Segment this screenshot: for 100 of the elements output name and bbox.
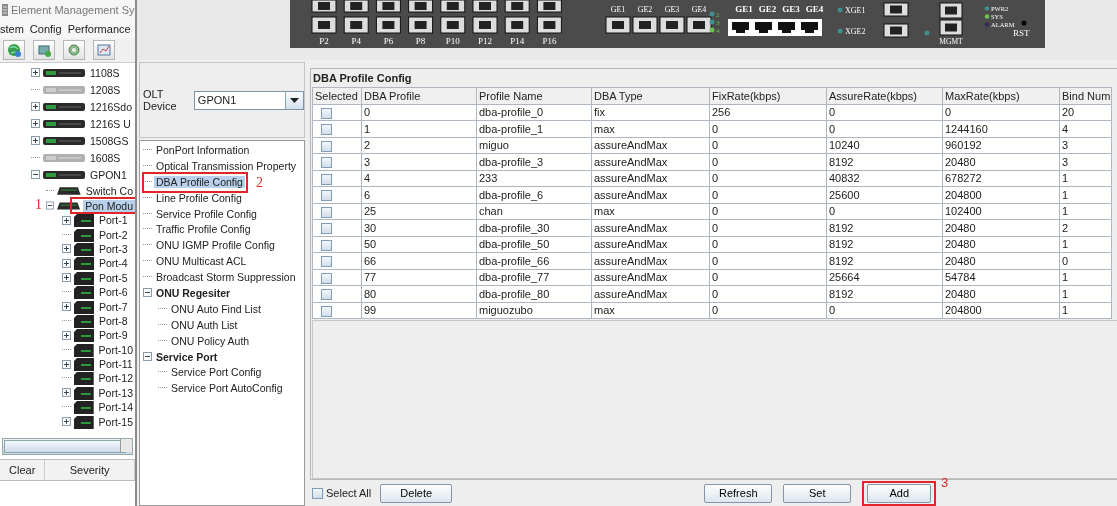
tree-item[interactable]: Port-8 (97, 314, 130, 327)
tree-item[interactable]: Port-2 (97, 228, 130, 241)
toolbar-button[interactable] (93, 40, 115, 60)
tree-item[interactable]: 1608S (88, 151, 123, 164)
tree-item[interactable]: ONU IGMP Profile Config (154, 239, 277, 252)
window-title: Element Management Sy (11, 4, 135, 16)
caret-icon (290, 97, 299, 103)
column-header[interactable]: DBA Type (591, 87, 710, 104)
tree-item[interactable]: Port-1 (97, 214, 130, 227)
tree-item[interactable]: Port-4 (97, 257, 130, 270)
sfp-port-icon (408, 0, 434, 13)
tree-item[interactable]: Port-12 (96, 372, 135, 385)
column-header[interactable]: FixRate(kbps) (709, 87, 827, 104)
select-all-checkbox[interactable] (312, 487, 323, 499)
column-header[interactable]: Severity (45, 460, 135, 480)
xge-port-icon (883, 2, 909, 17)
tree-item[interactable]: 1208S (88, 83, 123, 96)
olt-device-dropdown[interactable]: GPON1 (193, 90, 304, 110)
expand-icon (62, 330, 71, 340)
tree-item[interactable]: Port-11 (97, 358, 135, 371)
tree-item[interactable]: Port-10 (96, 343, 135, 356)
horizontal-scrollbar[interactable] (2, 438, 133, 455)
tree-item[interactable]: 1108S (88, 66, 122, 79)
tree-item[interactable]: 1216Sdo (88, 100, 135, 113)
tree-item[interactable]: Pon Modu (83, 199, 135, 212)
column-header[interactable]: Profile Name (476, 87, 592, 104)
toolbar-button[interactable] (33, 40, 55, 60)
port-label: P8 (415, 36, 426, 46)
tree-item[interactable]: Service Profile Config (154, 207, 259, 220)
port-icon (73, 385, 94, 400)
tree-item[interactable]: Port-5 (97, 271, 130, 284)
tree-item[interactable]: Port-9 (97, 329, 130, 342)
menu-item[interactable]: stem (0, 23, 24, 35)
tree-item[interactable]: ONU Policy Auth (169, 334, 252, 347)
row-checkbox[interactable] (321, 190, 332, 202)
action-button[interactable]: Set (783, 483, 852, 503)
row-checkbox[interactable] (321, 305, 332, 317)
row-checkbox[interactable] (321, 173, 332, 185)
led (837, 7, 843, 13)
collapse-icon (31, 170, 40, 179)
row-checkbox[interactable] (321, 223, 332, 235)
mgmt-port-icon (939, 19, 963, 36)
row-checkbox[interactable] (321, 256, 332, 268)
row-checkbox[interactable] (321, 157, 332, 169)
tree-item[interactable]: Optical Transmission Property (154, 159, 299, 172)
sfp-port-icon (375, 16, 401, 34)
tree-item[interactable]: ONU Multicast ACL (154, 255, 249, 268)
sfp-port-icon (472, 0, 498, 13)
row-checkbox[interactable] (321, 107, 332, 119)
tree-item[interactable]: Service Port Config (169, 366, 264, 379)
tree-item[interactable]: 1216S U (88, 117, 133, 130)
row-checkbox[interactable] (321, 124, 332, 136)
port-label: GE3 (664, 5, 680, 14)
tree-item[interactable]: DBA Profile Config (154, 175, 245, 188)
app-icon (2, 4, 8, 16)
tree-item[interactable]: Broadcast Storm Suppression (154, 271, 298, 284)
tree-item[interactable]: Port-6 (97, 286, 130, 299)
toolbar-button[interactable] (3, 40, 25, 60)
column-header[interactable]: Bind Num (1059, 87, 1112, 104)
tree-item[interactable]: Traffic Profile Config (154, 223, 253, 236)
tree-item[interactable]: Port-15 (96, 415, 135, 428)
tree-item[interactable]: 1508GS (88, 134, 131, 147)
action-button[interactable]: Add (867, 483, 932, 503)
tree-item[interactable]: ONU Auth List (169, 318, 240, 331)
expand-icon (31, 102, 40, 111)
expand-icon (62, 417, 71, 427)
tree-item[interactable]: Port-7 (97, 300, 130, 313)
port-icon (74, 299, 94, 314)
sfp-port-icon (472, 16, 498, 34)
row-checkbox[interactable] (321, 140, 332, 152)
port-label: GE4 (691, 5, 707, 14)
tree-item[interactable]: GPON1 (88, 168, 129, 181)
tree-item[interactable]: Service Port AutoConfig (169, 382, 285, 395)
tree-item[interactable]: Port-14 (96, 401, 135, 414)
row-checkbox[interactable] (321, 289, 332, 301)
action-button[interactable]: Refresh (704, 483, 773, 503)
tree-item[interactable]: ONU Auto Find List (169, 302, 263, 315)
port-icon (73, 414, 94, 429)
menu-item[interactable]: Config (29, 23, 62, 35)
tree-item[interactable]: Port-13 (96, 386, 135, 399)
column-header[interactable]: DBA Profile (361, 87, 477, 104)
tree-item[interactable]: ONU Regesiter (154, 286, 233, 299)
row-checkbox[interactable] (321, 239, 332, 251)
sfp-port-icon (343, 16, 369, 34)
tree-item[interactable]: Switch Co (83, 184, 135, 197)
sfp-port-icon (440, 0, 466, 13)
tree-item[interactable]: Port-3 (97, 242, 130, 255)
toolbar-button[interactable] (63, 40, 85, 60)
row-checkbox[interactable] (321, 272, 332, 284)
tree-item[interactable]: Service Port (154, 350, 220, 363)
menu-item[interactable]: Performance (67, 23, 131, 35)
column-header[interactable]: AssureRate(kbps) (826, 87, 943, 104)
tree-item[interactable]: PonPort Information (154, 143, 252, 156)
expand-icon (62, 244, 71, 254)
tree-item[interactable]: Line Profile Config (154, 191, 244, 204)
action-button[interactable]: Delete (380, 483, 453, 503)
row-checkbox[interactable] (321, 206, 332, 218)
column-header[interactable]: MaxRate(kbps) (942, 87, 1060, 104)
column-header[interactable]: Selected (312, 87, 362, 104)
column-header[interactable]: Clear (0, 460, 46, 480)
